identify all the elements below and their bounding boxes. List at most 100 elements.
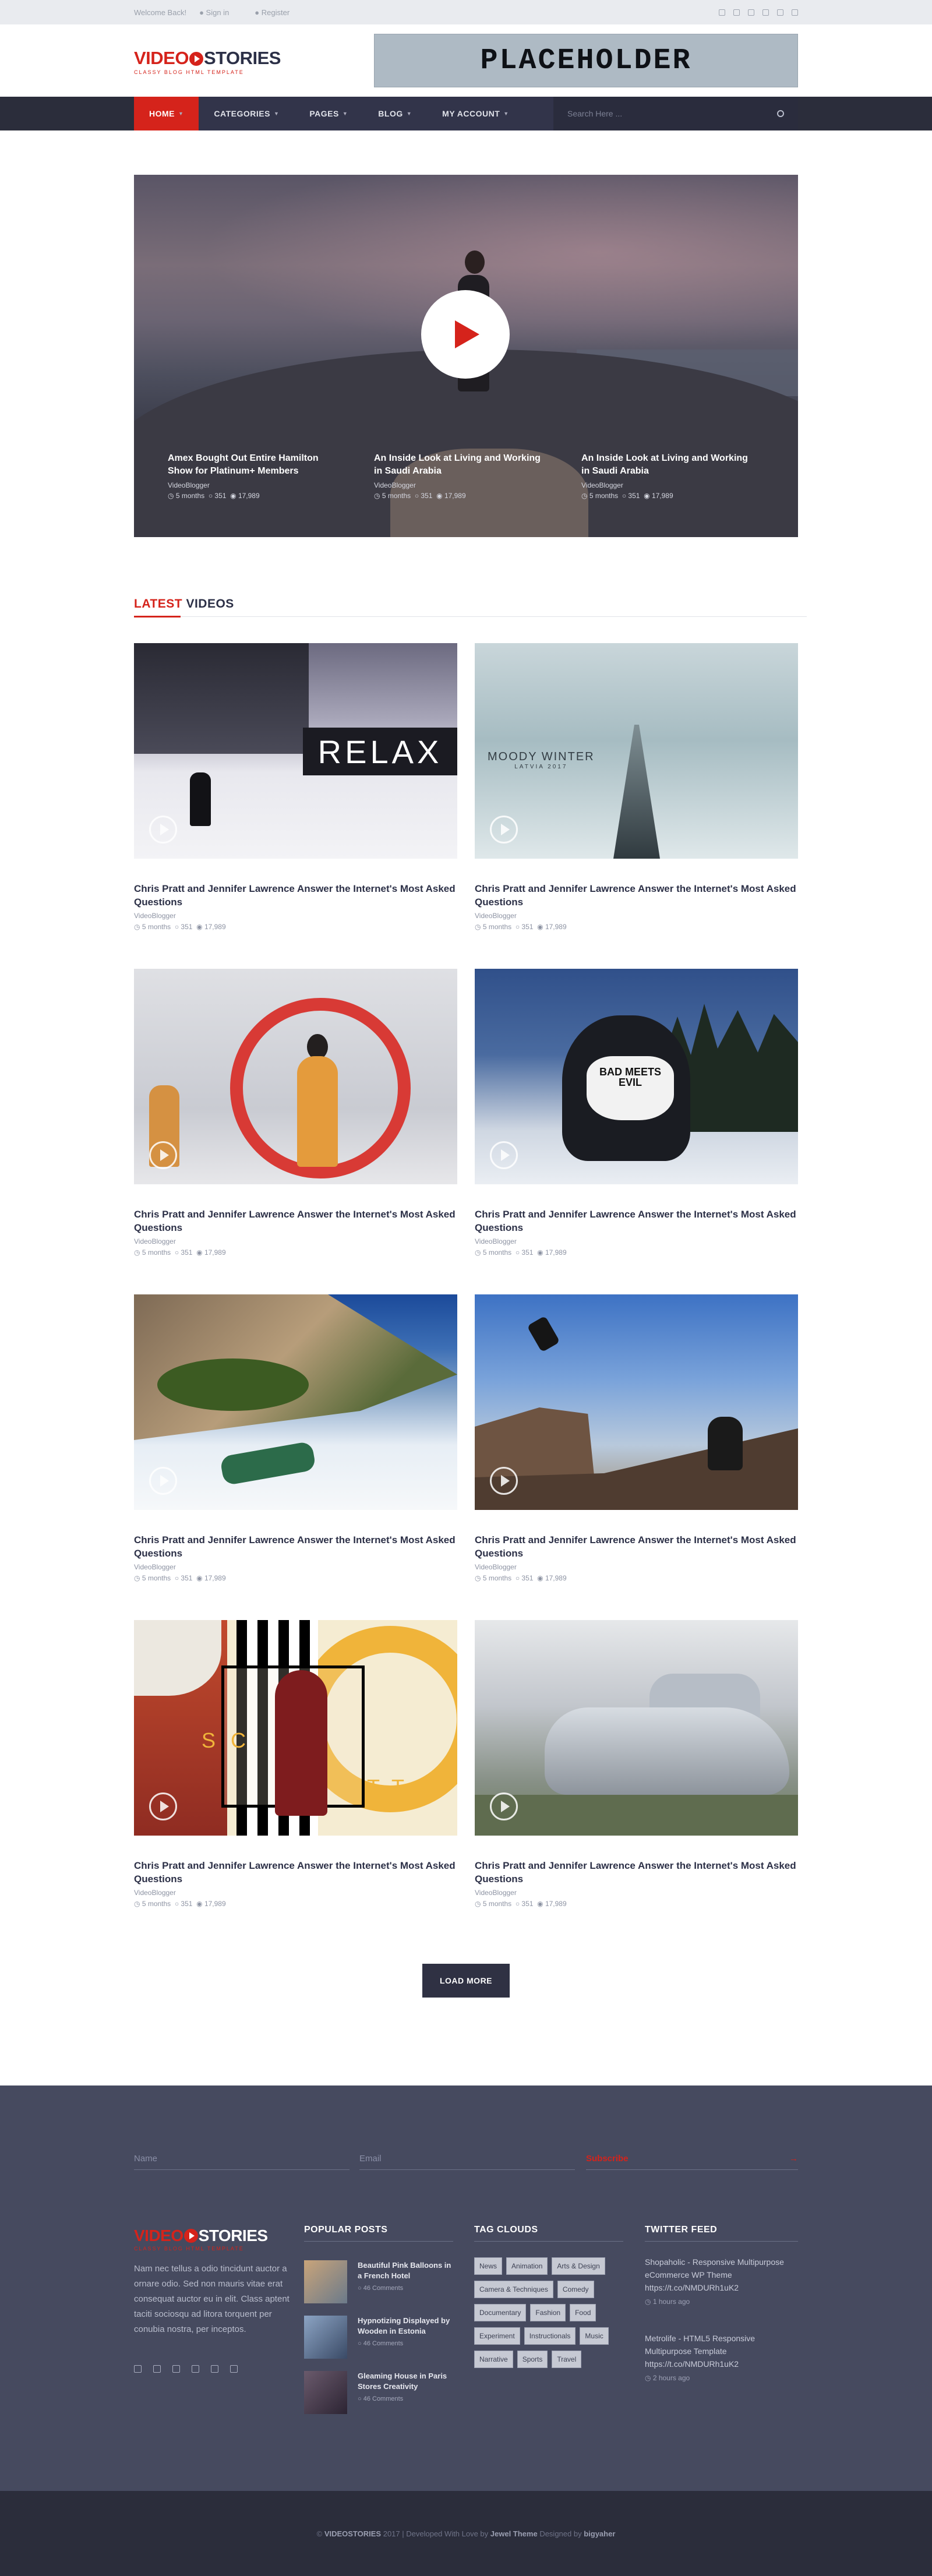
nav-blog[interactable]: BLOG ▼: [363, 97, 427, 130]
video-card[interactable]: Chris Pratt and Jennifer Lawrence Answer…: [134, 1294, 457, 1582]
video-channel[interactable]: VideoBlogger: [134, 1237, 457, 1245]
tag-item[interactable]: Comedy: [557, 2281, 594, 2298]
popular-post-title[interactable]: Hypnotizing Displayed by Wooden in Eston…: [358, 2316, 456, 2337]
tag-item[interactable]: Food: [570, 2304, 596, 2321]
hero-slide[interactable]: An Inside Look at Living and Working in …: [581, 452, 756, 500]
tag-item[interactable]: News: [474, 2257, 503, 2275]
video-thumbnail[interactable]: MOODY WINTER LATVIA 2017: [475, 643, 798, 859]
nav-my-account[interactable]: MY ACCOUNT ▼: [427, 97, 524, 130]
tag-item[interactable]: Documentary: [474, 2304, 527, 2321]
popular-post-title[interactable]: Gleaming House in Paris Stores Creativit…: [358, 2371, 456, 2392]
hero-slide[interactable]: An Inside Look at Living and Working in …: [374, 452, 549, 500]
video-thumbnail[interactable]: RELAX: [134, 643, 457, 859]
hero-slider[interactable]: Amex Bought Out Entire Hamilton Show for…: [134, 175, 798, 537]
video-thumbnail[interactable]: SC TT: [134, 1620, 457, 1836]
facebook-icon[interactable]: [719, 9, 725, 16]
popular-post-thumbnail[interactable]: [304, 2316, 347, 2359]
video-thumbnail[interactable]: [475, 1294, 798, 1510]
popular-post[interactable]: Hypnotizing Displayed by Wooden in Eston…: [304, 2316, 456, 2360]
video-thumbnail[interactable]: [134, 969, 457, 1184]
tag-item[interactable]: Instructionals: [524, 2327, 576, 2345]
video-card[interactable]: Chris Pratt and Jennifer Lawrence Answer…: [475, 1294, 798, 1582]
search-icon[interactable]: [777, 110, 784, 117]
play-icon[interactable]: [149, 1141, 177, 1169]
video-title[interactable]: Chris Pratt and Jennifer Lawrence Answer…: [475, 1859, 798, 1886]
play-icon[interactable]: [149, 816, 177, 844]
hero-slide-title[interactable]: An Inside Look at Living and Working in …: [581, 452, 756, 478]
popular-post[interactable]: Beautiful Pink Balloons in a French Hote…: [304, 2260, 456, 2305]
video-title[interactable]: Chris Pratt and Jennifer Lawrence Answer…: [134, 1859, 457, 1886]
twitter-icon[interactable]: [748, 9, 754, 16]
video-card[interactable]: Chris Pratt and Jennifer Lawrence Answer…: [134, 969, 457, 1257]
popular-post[interactable]: Gleaming House in Paris Stores Creativit…: [304, 2371, 456, 2415]
subscribe-button[interactable]: Subscribe →: [586, 2152, 798, 2170]
video-card[interactable]: MOODY WINTER LATVIA 2017 Chris Pratt and …: [475, 643, 798, 931]
video-channel[interactable]: VideoBlogger: [475, 1889, 798, 1897]
video-title[interactable]: Chris Pratt and Jennifer Lawrence Answer…: [475, 1533, 798, 1560]
ad-banner[interactable]: PLACEHOLDER: [374, 34, 798, 87]
play-icon[interactable]: [490, 816, 518, 844]
tag-item[interactable]: Experiment: [474, 2327, 520, 2345]
tag-item[interactable]: Travel: [552, 2351, 582, 2368]
tag-item[interactable]: Camera & Techniques: [474, 2281, 553, 2298]
play-icon[interactable]: [149, 1467, 177, 1495]
copyright-brand[interactable]: VIDEOSTORIES: [324, 2529, 381, 2538]
copyright-developer[interactable]: Jewel Theme: [490, 2529, 538, 2538]
video-title[interactable]: Chris Pratt and Jennifer Lawrence Answer…: [475, 1208, 798, 1234]
video-channel[interactable]: VideoBlogger: [134, 1563, 457, 1571]
popular-post-thumbnail[interactable]: [304, 2371, 347, 2414]
video-channel[interactable]: VideoBlogger: [134, 1889, 457, 1897]
tag-item[interactable]: Animation: [506, 2257, 548, 2275]
nav-categories[interactable]: CATEGORIES ▼: [199, 97, 294, 130]
video-title[interactable]: Chris Pratt and Jennifer Lawrence Answer…: [134, 882, 457, 909]
video-channel[interactable]: VideoBlogger: [475, 912, 798, 920]
video-title[interactable]: Chris Pratt and Jennifer Lawrence Answer…: [475, 882, 798, 909]
site-logo[interactable]: VIDEO STORIES CLASSY BLOG HTML TEMPLATE: [134, 48, 281, 75]
subscribe-email-input[interactable]: Email: [359, 2152, 575, 2170]
video-card[interactable]: SC TT Chris Pratt and Jennifer Lawrence A…: [134, 1620, 457, 1908]
play-icon[interactable]: [149, 1792, 177, 1820]
hero-slide[interactable]: Amex Bought Out Entire Hamilton Show for…: [168, 452, 343, 500]
pinterest-icon[interactable]: [172, 2365, 180, 2373]
play-icon[interactable]: [490, 1792, 518, 1820]
youtube-icon[interactable]: [230, 2365, 238, 2373]
tag-item[interactable]: Music: [580, 2327, 609, 2345]
video-card[interactable]: RELAX Chris Pratt and Jennifer Lawrence …: [134, 643, 457, 931]
play-icon[interactable]: [490, 1141, 518, 1169]
nav-home[interactable]: HOME ▼: [134, 97, 199, 130]
video-thumbnail[interactable]: BAD MEETS EVIL: [475, 969, 798, 1184]
tag-item[interactable]: Fashion: [530, 2304, 566, 2321]
linkedin-icon[interactable]: [777, 9, 783, 16]
google-plus-icon[interactable]: [762, 9, 769, 16]
video-thumbnail[interactable]: [475, 1620, 798, 1836]
tweet-text[interactable]: Shopaholic - Responsive Multipurpose eCo…: [645, 2256, 798, 2294]
play-icon[interactable]: [490, 1467, 518, 1495]
signin-label[interactable]: Sign in: [206, 8, 230, 17]
nav-pages[interactable]: PAGES ▼: [294, 97, 363, 130]
tag-item[interactable]: Arts & Design: [552, 2257, 605, 2275]
linkedin-icon[interactable]: [192, 2365, 199, 2373]
video-channel[interactable]: VideoBlogger: [475, 1563, 798, 1571]
popular-post-thumbnail[interactable]: [304, 2260, 347, 2303]
video-channel[interactable]: VideoBlogger: [134, 912, 457, 920]
tag-item[interactable]: Sports: [517, 2351, 548, 2368]
video-title[interactable]: Chris Pratt and Jennifer Lawrence Answer…: [134, 1208, 457, 1234]
youtube-icon[interactable]: [792, 9, 798, 16]
signin-link[interactable]: ● Sign in: [199, 8, 242, 17]
video-card[interactable]: Chris Pratt and Jennifer Lawrence Answer…: [475, 1620, 798, 1908]
hero-slide-title[interactable]: Amex Bought Out Entire Hamilton Show for…: [168, 452, 343, 478]
register-label[interactable]: Register: [262, 8, 290, 17]
pinterest-icon[interactable]: [733, 9, 740, 16]
video-thumbnail[interactable]: [134, 1294, 457, 1510]
footer-logo[interactable]: VIDEO STORIES CLASSY BLOG HTML TEMPLATE: [134, 2226, 268, 2252]
register-link[interactable]: ● Register: [255, 8, 302, 17]
tag-item[interactable]: Narrative: [474, 2351, 513, 2368]
load-more-button[interactable]: LOAD MORE: [422, 1964, 510, 1998]
twitter-icon[interactable]: [153, 2365, 161, 2373]
google-plus-icon[interactable]: [211, 2365, 218, 2373]
video-card[interactable]: BAD MEETS EVIL Chris Pratt and Jennifer …: [475, 969, 798, 1257]
copyright-designer[interactable]: bigyaher: [584, 2529, 615, 2538]
search-input[interactable]: Search Here ...: [553, 97, 798, 130]
facebook-icon[interactable]: [134, 2365, 142, 2373]
hero-play-button[interactable]: [421, 290, 510, 379]
